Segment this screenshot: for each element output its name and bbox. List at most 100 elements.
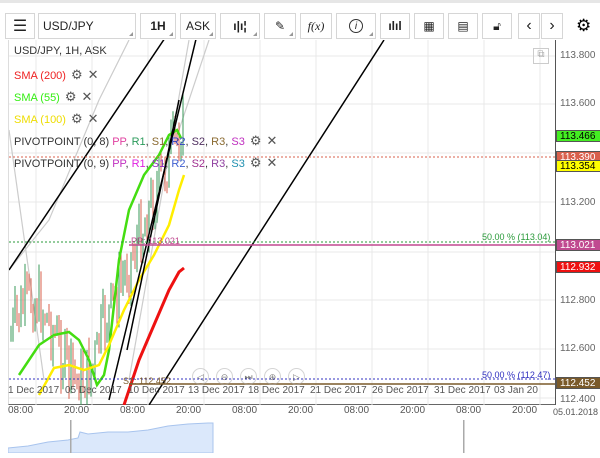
volume-button[interactable]: ılıl xyxy=(380,13,410,39)
pivot-s1-label: S1 xyxy=(151,158,166,170)
price-tick: 113.600 xyxy=(560,98,596,109)
draw-button[interactable]: ✎ xyxy=(264,13,296,39)
close-icon[interactable]: ✕ xyxy=(266,133,277,149)
lock-button[interactable]: 🔓︎ xyxy=(482,13,512,39)
legend-pivot-1: PIVOTPOINT (0, 8) PP, R1, S1, R2, S2, R3… xyxy=(14,133,278,149)
close-icon[interactable]: ✕ xyxy=(266,155,277,171)
indicators-button[interactable]: f(x) xyxy=(300,13,332,39)
symbol-select[interactable]: USD/JPY xyxy=(38,13,136,39)
hour-label: 20:00 xyxy=(512,405,538,416)
scroll-left-button[interactable]: ‹ xyxy=(518,13,540,39)
sma-200-label: SMA (200) xyxy=(14,70,66,82)
date-label: 18 Dec 2017 xyxy=(248,385,305,396)
gear-icon[interactable]: ⚙ xyxy=(71,67,83,83)
scroll-right-button[interactable]: › xyxy=(541,13,563,39)
info-icon: i xyxy=(349,19,363,33)
chevron-left-icon: ‹ xyxy=(526,17,532,34)
fib-lower-label: 50.00 % (112.47) xyxy=(482,370,551,380)
zoom-in-icon[interactable]: ⊕ xyxy=(264,368,281,385)
price-tag: 112.932 xyxy=(556,261,600,273)
reset-icon[interactable]: ⏭ xyxy=(240,368,257,385)
navigator-handle-right xyxy=(463,420,465,453)
candles-icon: ı|ı¦ xyxy=(233,19,247,33)
hour-label: 08:00 xyxy=(344,405,370,416)
price-type-select[interactable]: ASK xyxy=(180,13,216,39)
pivot-s2-label: S2 xyxy=(191,158,206,170)
legend-sma-55: SMA (55) ⚙ ✕ xyxy=(14,89,92,105)
price-tick: 112.800 xyxy=(560,295,596,306)
sma-55-label: SMA (55) xyxy=(14,92,60,104)
hamburger-icon: ☰ xyxy=(12,18,28,35)
timeframe-label: 1H xyxy=(150,19,166,33)
zoom-controls: ◁ ⊖ ⏭ ⊕ ▷ xyxy=(192,368,305,385)
pivot-s2-label: S2 xyxy=(191,136,206,148)
timeframe-select[interactable]: 1H xyxy=(140,13,176,39)
end-date-label: 05.01.2018 xyxy=(553,407,599,417)
news-button[interactable]: ▤ xyxy=(448,13,478,39)
pivot-pp-label: PP xyxy=(112,158,126,170)
scroll-forward-icon[interactable]: ▷ xyxy=(288,368,305,385)
pivot-r3-label: R3 xyxy=(211,136,226,148)
pivot-s3-label: S3 xyxy=(231,158,245,170)
fib-upper-label: 50.00 % (113.04) xyxy=(482,232,551,242)
sma-100-label: SMA (100) xyxy=(14,114,66,126)
lock-icon: 🔓︎ xyxy=(493,18,501,33)
price-type-label: ASK xyxy=(185,19,210,33)
price-tag: 113.466 xyxy=(556,130,600,142)
price-tick: 113.200 xyxy=(560,197,596,208)
hour-label: 08:00 xyxy=(120,405,146,416)
gear-icon[interactable]: ⚙ xyxy=(250,155,262,171)
hour-label: 08:00 xyxy=(232,405,258,416)
legend-sma-100: SMA (100) ⚙ ✕ xyxy=(14,111,99,127)
gear-icon[interactable]: ⚙ xyxy=(71,111,83,127)
settings-gear-icon[interactable]: ⚙ xyxy=(576,16,591,36)
pp-label: PP: 113.021 xyxy=(131,236,180,246)
pivot-r2-label: R2 xyxy=(171,136,186,148)
price-tag: 112.452 xyxy=(556,377,600,389)
zoom-out-icon[interactable]: ⊖ xyxy=(216,368,233,385)
price-tick: 112.600 xyxy=(560,343,596,354)
toolbar: ☰ USD/JPY 1H ASK ı|ı¦ ✎ f(x) i ılıl ▦ ▤ … xyxy=(0,0,600,40)
pivot-2-label: PIVOTPOINT (0, 9) xyxy=(14,158,110,170)
hour-label: 20:00 xyxy=(288,405,314,416)
popout-icon[interactable]: ⧉ xyxy=(533,48,549,64)
calendar-icon: ▦ xyxy=(423,19,435,33)
price-tag: 113.021 xyxy=(556,239,600,251)
hour-label: 08:00 xyxy=(456,405,482,416)
date-label: 21 Dec 2017 xyxy=(310,385,367,396)
price-axis[interactable]: 113.800 113.600 113.200 112.800 112.600 … xyxy=(555,40,600,405)
close-icon[interactable]: ✕ xyxy=(88,111,99,127)
scroll-back-icon[interactable]: ◁ xyxy=(192,368,209,385)
hour-label: 20:00 xyxy=(64,405,90,416)
navigator[interactable] xyxy=(7,420,600,454)
date-label: 13 Dec 2017 xyxy=(188,385,245,396)
symbol-label: USD/JPY xyxy=(43,19,94,33)
navigator-handle-left xyxy=(70,420,72,453)
navigator-overview xyxy=(7,420,465,454)
date-label: 1 Dec 2017 xyxy=(8,385,60,396)
gear-icon[interactable]: ⚙ xyxy=(65,89,77,105)
info-button[interactable]: i xyxy=(336,13,376,39)
gear-icon[interactable]: ⚙ xyxy=(250,133,262,149)
fx-label: f(x) xyxy=(307,18,325,33)
pivot-r1-label: R1 xyxy=(131,158,146,170)
pivot-r1-label: R1 xyxy=(131,136,146,148)
date-label: 26 Dec 2017 xyxy=(372,385,429,396)
legend-pivot-2: PIVOTPOINT (0, 9) PP, R1, S1, R2, S2, R3… xyxy=(14,155,278,171)
close-icon[interactable]: ✕ xyxy=(82,89,93,105)
menu-button[interactable]: ☰ xyxy=(5,13,35,39)
calendar-button[interactable]: ▦ xyxy=(414,13,444,39)
hour-label: 20:00 xyxy=(176,405,202,416)
news-icon: ▤ xyxy=(457,19,469,33)
hour-label: 08:00 xyxy=(8,405,34,416)
close-icon[interactable]: ✕ xyxy=(88,67,99,83)
date-label: 03 Jan 20 xyxy=(494,385,538,396)
pivot-s1-label: S1 xyxy=(151,136,166,148)
date-label: 31 Dec 2017 xyxy=(434,385,491,396)
pivot-r3-label: R3 xyxy=(211,158,226,170)
price-tag: 113.354 xyxy=(556,160,600,172)
pencil-icon: ✎ xyxy=(274,19,286,33)
hour-label: 20:00 xyxy=(400,405,426,416)
chart-type-button[interactable]: ı|ı¦ xyxy=(220,13,260,39)
date-label: 05 Dec 2017 xyxy=(65,385,122,396)
